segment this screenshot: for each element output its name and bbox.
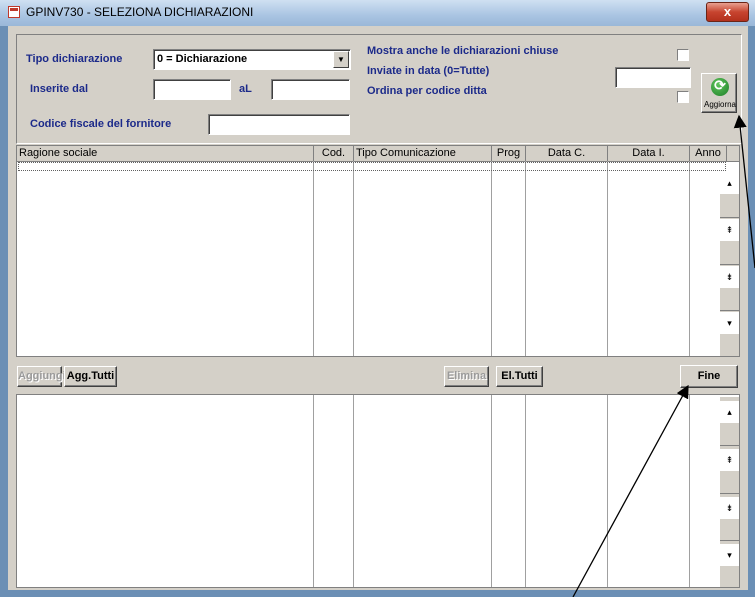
scroll-down-icon[interactable]: ▾ [720, 312, 739, 334]
inviate-label: Inviate in data (0=Tutte) [367, 65, 490, 77]
scroll-down-icon[interactable]: ▾ [720, 544, 739, 566]
col-data-c[interactable]: Data C. [526, 146, 608, 161]
scroll-divider [720, 310, 739, 311]
agg-tutti-button[interactable]: Agg.Tutti [64, 366, 117, 387]
grid-divider [689, 161, 690, 356]
selected-grid[interactable]: ▴ ⇞ ⇟ ▾ [16, 394, 740, 588]
grid-divider [313, 395, 314, 587]
client-area: Tipo dichiarazione 0 = Dichiarazione ▼ I… [8, 26, 748, 590]
ordina-checkbox[interactable] [677, 91, 689, 103]
grid-divider [525, 161, 526, 356]
tipo-dichiarazione-select[interactable]: 0 = Dichiarazione ▼ [153, 49, 351, 70]
grid-divider [353, 161, 354, 356]
window-title: GPINV730 - SELEZIONA DICHIARAZIONI [26, 5, 254, 19]
scroll-divider [720, 217, 739, 218]
page-down-icon[interactable]: ⇟ [720, 266, 739, 288]
scroll-divider [720, 493, 739, 494]
app-icon [8, 6, 20, 18]
chevron-down-icon[interactable]: ▼ [333, 51, 349, 68]
page-up-icon[interactable]: ⇞ [720, 449, 739, 471]
page-down-icon[interactable]: ⇟ [720, 497, 739, 519]
al-label: aL [239, 83, 252, 95]
grid-header: Ragione sociale Cod. Tipo Comunicazione … [17, 146, 739, 162]
codice-fiscale-label: Codice fiscale del fornitore [30, 118, 172, 130]
grid-divider [525, 395, 526, 587]
grid-divider [491, 395, 492, 587]
app-window: GPINV730 - SELEZIONA DICHIARAZIONI x Tip… [0, 0, 755, 597]
grid-divider [313, 161, 314, 356]
tipo-dichiarazione-label: Tipo dichiarazione [26, 53, 123, 65]
aggiorna-label: Aggiorna [703, 100, 737, 109]
dichiarazioni-grid[interactable]: Ragione sociale Cod. Tipo Comunicazione … [16, 145, 740, 357]
scroll-divider [720, 540, 739, 541]
col-prog[interactable]: Prog [492, 146, 526, 161]
scroll-up-icon[interactable]: ▴ [720, 172, 739, 194]
col-data-i[interactable]: Data I. [608, 146, 690, 161]
filter-panel: Tipo dichiarazione 0 = Dichiarazione ▼ I… [16, 34, 742, 144]
close-button[interactable]: x [706, 2, 749, 22]
fine-button[interactable]: Fine [680, 365, 738, 388]
table-row-focus[interactable] [18, 162, 726, 171]
codice-fiscale-field[interactable] [208, 114, 350, 135]
aggiungi-button[interactable]: Aggiungi [17, 366, 66, 387]
col-anno[interactable]: Anno [690, 146, 727, 161]
inserite-dal-label: Inserite dal [30, 83, 89, 95]
al-field[interactable] [271, 79, 350, 100]
upper-scrollbar[interactable]: ▴ ⇞ ⇟ ▾ [720, 172, 739, 356]
scroll-divider [720, 264, 739, 265]
inviate-field[interactable] [615, 67, 691, 88]
mostra-chiuse-checkbox[interactable] [677, 49, 689, 61]
el-tutti-button[interactable]: El.Tutti [496, 366, 543, 387]
refresh-icon [711, 77, 729, 96]
ordina-label: Ordina per codice ditta [367, 85, 487, 97]
grid-divider [607, 395, 608, 587]
grid-divider [607, 161, 608, 356]
scroll-up-icon[interactable]: ▴ [720, 401, 739, 423]
page-up-icon[interactable]: ⇞ [720, 219, 739, 241]
tipo-dichiarazione-value: 0 = Dichiarazione [157, 53, 248, 65]
aggiorna-button[interactable]: Aggiorna [701, 73, 737, 113]
mostra-chiuse-label: Mostra anche le dichiarazioni chiuse [367, 45, 559, 57]
lower-scrollbar[interactable]: ▴ ⇞ ⇟ ▾ [720, 397, 739, 587]
col-ragione-sociale[interactable]: Ragione sociale [17, 146, 314, 161]
grid-divider [491, 161, 492, 356]
grid-divider [353, 395, 354, 587]
inserite-dal-field[interactable] [153, 79, 231, 100]
grid-divider [689, 395, 690, 587]
scroll-divider [720, 445, 739, 446]
col-tipo-comunicazione[interactable]: Tipo Comunicazione [354, 146, 492, 161]
col-cod[interactable]: Cod. [314, 146, 354, 161]
elimina-button[interactable]: Elimina [444, 366, 489, 387]
title-bar: GPINV730 - SELEZIONA DICHIARAZIONI x [0, 0, 755, 26]
